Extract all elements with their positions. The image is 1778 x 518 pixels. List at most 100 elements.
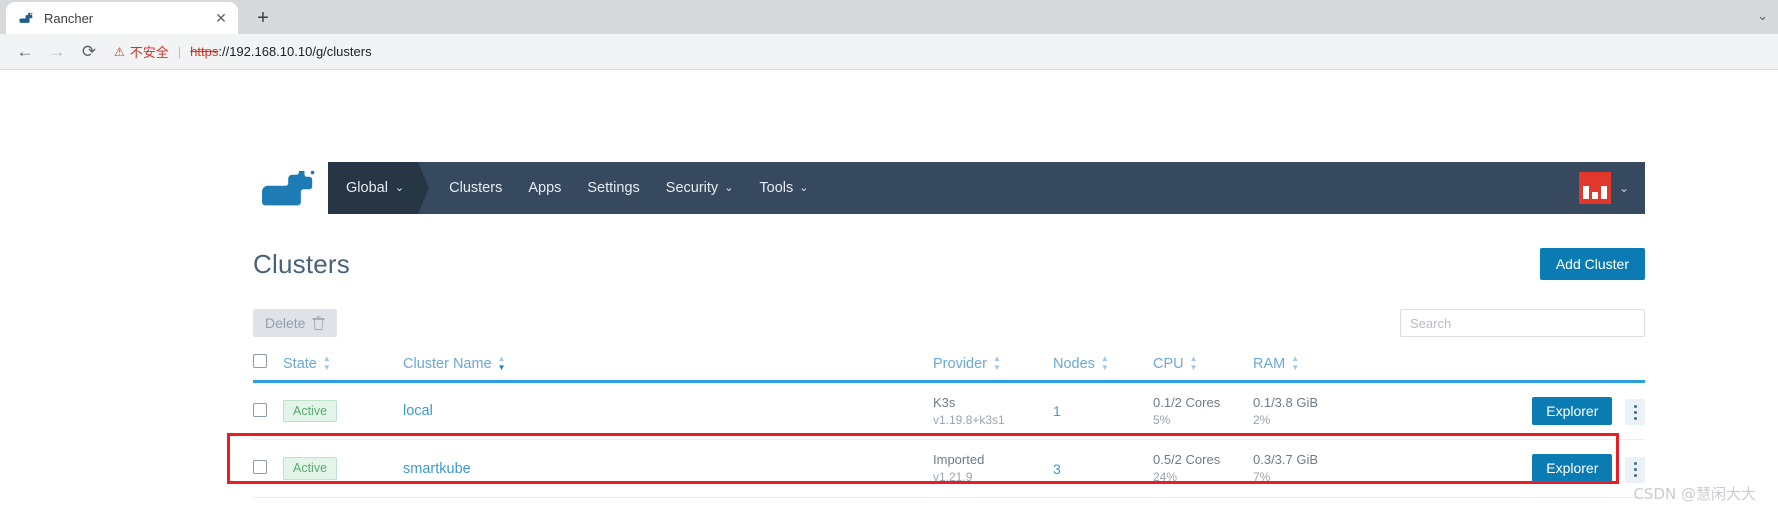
page-title: Clusters (253, 248, 350, 279)
table-toolbar: Delete (253, 308, 1645, 338)
nav-item-label: Tools (759, 180, 794, 196)
explorer-button[interactable]: Explorer (1532, 396, 1613, 425)
add-cluster-button[interactable]: Add Cluster (1539, 248, 1645, 280)
not-secure-warning-text: 不安全 (129, 46, 169, 61)
url-scheme: https (190, 44, 219, 59)
reload-button[interactable]: ⟳ (74, 37, 104, 67)
sort-icon[interactable]: ▲ ▼ (323, 355, 331, 372)
nav-global-label: Global (346, 180, 388, 196)
delete-button[interactable]: Delete (253, 309, 338, 337)
column-header-cluster-name[interactable]: Cluster Name ▲ ▼ (403, 354, 933, 383)
cpu-percent: 24% (1153, 469, 1178, 484)
row-select-cell[interactable] (253, 381, 283, 441)
logo-container[interactable] (253, 162, 328, 214)
forward-button: → (48, 42, 66, 61)
sort-icon[interactable]: ▲ ▼ (498, 355, 506, 372)
cell-nodes[interactable]: 3 (1053, 439, 1153, 498)
nodes-count-link[interactable]: 1 (1053, 403, 1061, 419)
new-tab-button[interactable]: + (248, 3, 278, 33)
sort-icon[interactable]: ▲ ▼ (1101, 355, 1109, 372)
provider-version: v1.19.8+k3s1 (933, 412, 1005, 427)
provider-name: K3s (933, 395, 956, 410)
avatar-shape-left (1582, 186, 1589, 199)
tab-strip: Rancher ✕ + ⌄ (0, 0, 1778, 34)
nav-global-selector[interactable]: Global ⌄ (328, 162, 430, 214)
window-controls-icon[interactable]: ⌄ (1757, 8, 1768, 24)
column-label: CPU (1153, 355, 1184, 372)
table-row[interactable]: Active smartkube Imported v1.21.9 3 0.5/… (227, 433, 1645, 498)
omnibox-separator: | (177, 44, 182, 59)
cell-state: Active (283, 381, 403, 441)
column-header-provider[interactable]: Provider ▲ ▼ (933, 354, 1053, 383)
select-all-checkbox[interactable] (253, 354, 267, 368)
explorer-button[interactable]: Explorer (1532, 454, 1613, 483)
clusters-table: State ▲ ▼ Cluster Name ▲ ▼ Provider ▲ ▼ … (227, 354, 1645, 498)
url-text: https://192.168.10.10/g/clusters (190, 44, 371, 59)
nav-item-security[interactable]: Security ⌄ (653, 162, 747, 214)
table-header-row: State ▲ ▼ Cluster Name ▲ ▼ Provider ▲ ▼ … (253, 354, 1645, 383)
chevron-down-icon: ⌄ (1618, 181, 1629, 195)
cluster-name-link[interactable]: smartkube (403, 461, 471, 477)
back-button[interactable]: ← (10, 37, 40, 67)
nav-item-label: Clusters (449, 180, 503, 196)
cpu-usage: 0.1/2 Cores (1153, 395, 1221, 410)
nav-item-clusters[interactable]: Clusters (436, 162, 515, 214)
user-avatar[interactable] (1578, 172, 1611, 204)
watermark: CSDN @慧闲大大 (1633, 485, 1756, 503)
status-badge: Active (283, 399, 338, 423)
cell-ram: 0.1/3.8 GiB 2% (1253, 381, 1403, 441)
not-secure-warning-icon: ⚠ (114, 44, 125, 59)
nav-item-label: Security (665, 180, 719, 196)
column-header-state[interactable]: State ▲ ▼ (283, 354, 403, 383)
cluster-name-link[interactable]: local (403, 403, 433, 419)
sort-icon[interactable]: ▲ ▼ (993, 355, 1001, 372)
cell-cluster-name[interactable]: smartkube (403, 439, 933, 498)
table-row[interactable]: Active local K3s v1.19.8+k3s1 1 0.1/2 Co… (253, 381, 1645, 441)
rancher-favicon (19, 12, 33, 23)
sort-icon[interactable]: ▲ ▼ (1291, 355, 1299, 372)
main-nav: Global ⌄ Clusters Apps Settings Security… (328, 162, 1645, 214)
column-header-cpu[interactable]: CPU ▲ ▼ (1153, 354, 1253, 383)
tab-title: Rancher (44, 10, 94, 26)
provider-version: v1.21.9 (933, 469, 973, 484)
search-input[interactable] (1400, 309, 1645, 337)
nodes-count-link[interactable]: 3 (1053, 461, 1061, 477)
cell-ram: 0.3/3.7 GiB 7% (1253, 439, 1403, 498)
row-checkbox[interactable] (253, 402, 267, 417)
nav-item-apps[interactable]: Apps (515, 162, 574, 214)
ram-percent: 7% (1253, 469, 1271, 484)
row-checkbox[interactable] (253, 460, 267, 475)
trash-icon (313, 316, 325, 330)
cell-actions: Explorer (1403, 381, 1645, 441)
row-select-cell[interactable] (227, 433, 1619, 498)
column-label: RAM (1253, 355, 1286, 372)
row-menu-icon[interactable] (1625, 456, 1645, 483)
nav-item-label: Apps (528, 180, 562, 196)
nav-user-area[interactable]: ⌄ (1578, 172, 1645, 204)
chevron-down-icon: ⌄ (799, 181, 809, 194)
nav-items: Clusters Apps Settings Security ⌄ Tools … (436, 162, 821, 214)
select-all-header[interactable] (253, 354, 283, 383)
delete-button-label: Delete (265, 315, 306, 331)
provider-name: Imported (933, 452, 985, 468)
status-badge: Active (283, 457, 338, 480)
app-header: Global ⌄ Clusters Apps Settings Security… (253, 162, 1645, 214)
address-bar[interactable]: ⚠ 不安全 | https://192.168.10.10/g/clusters (114, 39, 1768, 65)
avatar-shape-right (1600, 186, 1607, 199)
sort-icon[interactable]: ▲ ▼ (1190, 355, 1198, 372)
tab-close-icon[interactable]: ✕ (212, 9, 230, 27)
column-header-ram[interactable]: RAM ▲ ▼ (1253, 354, 1403, 383)
cell-cluster-name[interactable]: local (403, 381, 933, 441)
browser-tab-rancher[interactable]: Rancher ✕ (6, 2, 238, 34)
cell-cpu: 0.5/2 Cores 24% (1153, 439, 1253, 498)
nav-item-settings[interactable]: Settings (574, 162, 652, 214)
column-header-nodes[interactable]: Nodes ▲ ▼ (1053, 354, 1153, 383)
nav-item-tools[interactable]: Tools ⌄ (746, 162, 821, 214)
row-menu-icon[interactable] (1625, 399, 1645, 426)
clusters-table-section: Delete Search State ▲ ▼ Cluster Name ▲ ▼… (227, 308, 1645, 498)
column-label: State (283, 355, 317, 372)
cell-nodes[interactable]: 1 (1053, 381, 1153, 441)
chevron-down-icon: ⌄ (394, 181, 405, 194)
browser-toolbar: ← → ⟳ ⚠ 不安全 | https://192.168.10.10/g/cl… (0, 34, 1778, 70)
url-path: ://192.168.10.10/g/clusters (218, 44, 372, 59)
